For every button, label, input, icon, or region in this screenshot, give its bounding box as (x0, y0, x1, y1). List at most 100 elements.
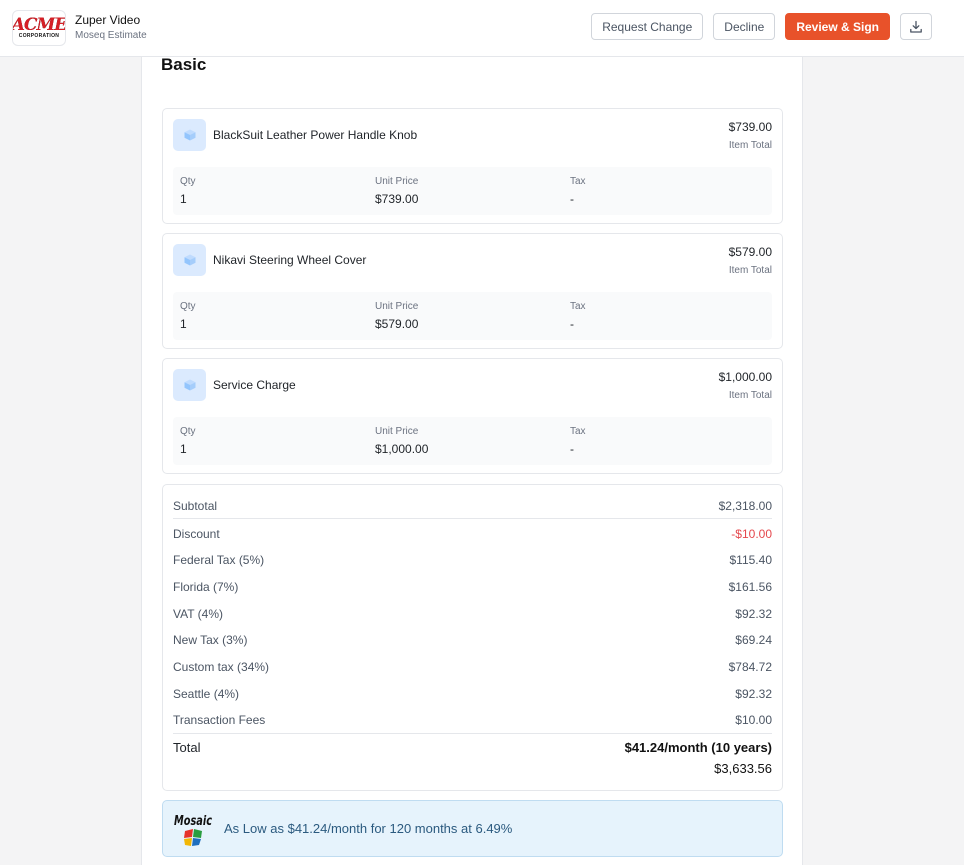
item-total-label: Item Total (728, 140, 772, 151)
summary-label: Florida (7%) (173, 580, 239, 594)
summary-row-vat: VAT (4%) $92.32 (173, 607, 772, 621)
unit-price-column: Unit Price $739.00 (375, 175, 418, 207)
summary-row-federal-tax: Federal Tax (5%) $115.40 (173, 553, 772, 567)
qty-label: Qty (180, 426, 196, 437)
discount-value: -$10.00 (731, 527, 772, 541)
summary-value: $92.32 (735, 607, 772, 621)
tax-value: - (570, 317, 574, 331)
summary-row-florida: Florida (7%) $161.56 (173, 580, 772, 594)
item-details: Qty 1 Unit Price $1,000.00 Tax - (173, 417, 772, 465)
unit-price-column: Unit Price $579.00 (375, 300, 418, 332)
unit-price-label: Unit Price (375, 301, 419, 312)
tax-label: Tax (570, 301, 586, 312)
tax-value: - (570, 192, 574, 206)
summary-label: Custom tax (34%) (173, 660, 270, 674)
qty-label: Qty (180, 176, 196, 187)
item-details: Qty 1 Unit Price $739.00 Tax - (173, 167, 772, 215)
qty-value: 1 (180, 317, 187, 331)
total-monthly: $41.24/month (10 years) (624, 740, 772, 755)
item-details: Qty 1 Unit Price $579.00 Tax - (173, 292, 772, 340)
summary-row-seattle: Seattle (4%) $92.32 (173, 687, 772, 701)
summary-label: Seattle (4%) (173, 687, 240, 701)
tax-column: Tax - (570, 300, 586, 332)
summary-value: $92.32 (735, 687, 772, 701)
line-item: Service Charge $1,000.00 Item Total Qty … (162, 358, 783, 474)
summary-value: $115.40 (729, 553, 773, 567)
item-name: Service Charge (213, 378, 296, 392)
unit-price-value: $739.00 (375, 192, 419, 206)
item-total-amount: $1,000.00 (718, 370, 772, 384)
tax-column: Tax - (570, 175, 586, 207)
product-icon (173, 119, 206, 151)
unit-price-label: Unit Price (375, 426, 419, 437)
mosaic-logo-icon: Mosaic (174, 814, 212, 846)
box-icon (184, 254, 195, 266)
review-sign-button[interactable]: Review & Sign (785, 13, 890, 40)
qty-label: Qty (180, 301, 196, 312)
totals-summary: Subtotal $2,318.00 Discount -$10.00 Fede… (162, 484, 783, 791)
total-label: Total (173, 740, 201, 755)
qty-column: Qty 1 (180, 300, 196, 332)
summary-label: VAT (4%) (173, 607, 224, 621)
summary-label: Subtotal (173, 499, 218, 513)
financing-text: As Low as $41.24/month for 120 months at… (224, 821, 513, 836)
company-logo: ACME CORPORATION (12, 10, 66, 46)
summary-label: Discount (173, 527, 220, 541)
estimate-card: Basic BlackSuit Leather Power Handle Kno… (141, 55, 803, 865)
item-name: Nikavi Steering Wheel Cover (213, 253, 367, 267)
tax-column: Tax - (570, 425, 586, 457)
qty-column: Qty 1 (180, 425, 196, 457)
section-title: Basic (161, 55, 207, 74)
unit-price-column: Unit Price $1,000.00 (375, 425, 428, 457)
summary-value: $69.24 (735, 633, 772, 647)
top-bar: ACME CORPORATION Zuper Video Moseq Estim… (0, 0, 964, 57)
qty-column: Qty 1 (180, 175, 196, 207)
estimate-subtitle: Moseq Estimate (75, 30, 147, 41)
logo-main-text: ACME (12, 15, 66, 35)
tax-value: - (570, 442, 574, 456)
qty-value: 1 (180, 442, 187, 456)
tax-label: Tax (570, 176, 586, 187)
download-icon (910, 20, 922, 33)
item-total-label: Item Total (728, 265, 772, 276)
mosaic-logo-text: Mosaic (174, 814, 212, 829)
summary-value: $2,318.00 (718, 499, 772, 513)
item-total-amount: $579.00 (728, 245, 772, 259)
unit-price-value: $1,000.00 (375, 442, 429, 456)
box-icon (184, 129, 195, 141)
qty-value: 1 (180, 192, 187, 206)
header-actions: Request Change Decline Review & Sign (591, 13, 932, 40)
summary-row-custom-tax: Custom tax (34%) $784.72 (173, 660, 772, 674)
summary-row-discount: Discount -$10.00 (173, 527, 772, 541)
product-icon (173, 244, 206, 276)
item-total-block: $1,000.00 Item Total (719, 370, 772, 403)
line-item: BlackSuit Leather Power Handle Knob $739… (162, 108, 783, 224)
summary-label: Federal Tax (5%) (173, 553, 265, 567)
request-change-button[interactable]: Request Change (591, 13, 704, 40)
summary-row-new-tax: New Tax (3%) $69.24 (173, 633, 772, 647)
summary-value: $10.00 (735, 713, 772, 727)
download-button[interactable] (900, 13, 932, 40)
summary-value: $784.72 (728, 660, 772, 674)
product-icon (173, 369, 206, 401)
summary-row-transaction-fees: Transaction Fees $10.00 (173, 713, 772, 727)
summary-row-subtotal: Subtotal $2,318.00 (173, 499, 772, 513)
financing-banner: Mosaic As Low as $41.24/month for 120 mo… (162, 800, 783, 857)
item-name: BlackSuit Leather Power Handle Knob (213, 128, 418, 142)
decline-button[interactable]: Decline (713, 13, 776, 40)
total-amount: $3,633.56 (714, 761, 772, 776)
logo-sub-text: CORPORATION (18, 33, 60, 39)
unit-price-label: Unit Price (375, 176, 419, 187)
summary-label: New Tax (3%) (173, 633, 248, 647)
summary-divider (173, 733, 772, 734)
box-icon (184, 379, 195, 391)
tax-label: Tax (570, 426, 586, 437)
unit-price-value: $579.00 (375, 317, 419, 331)
item-total-label: Item Total (728, 390, 772, 401)
item-total-block: $579.00 Item Total (729, 245, 772, 278)
brand-block: Zuper Video Moseq Estimate (75, 13, 147, 43)
line-item: Nikavi Steering Wheel Cover $579.00 Item… (162, 233, 783, 349)
summary-divider (173, 518, 772, 519)
item-total-amount: $739.00 (728, 120, 772, 134)
company-name: Zuper Video (75, 13, 141, 27)
